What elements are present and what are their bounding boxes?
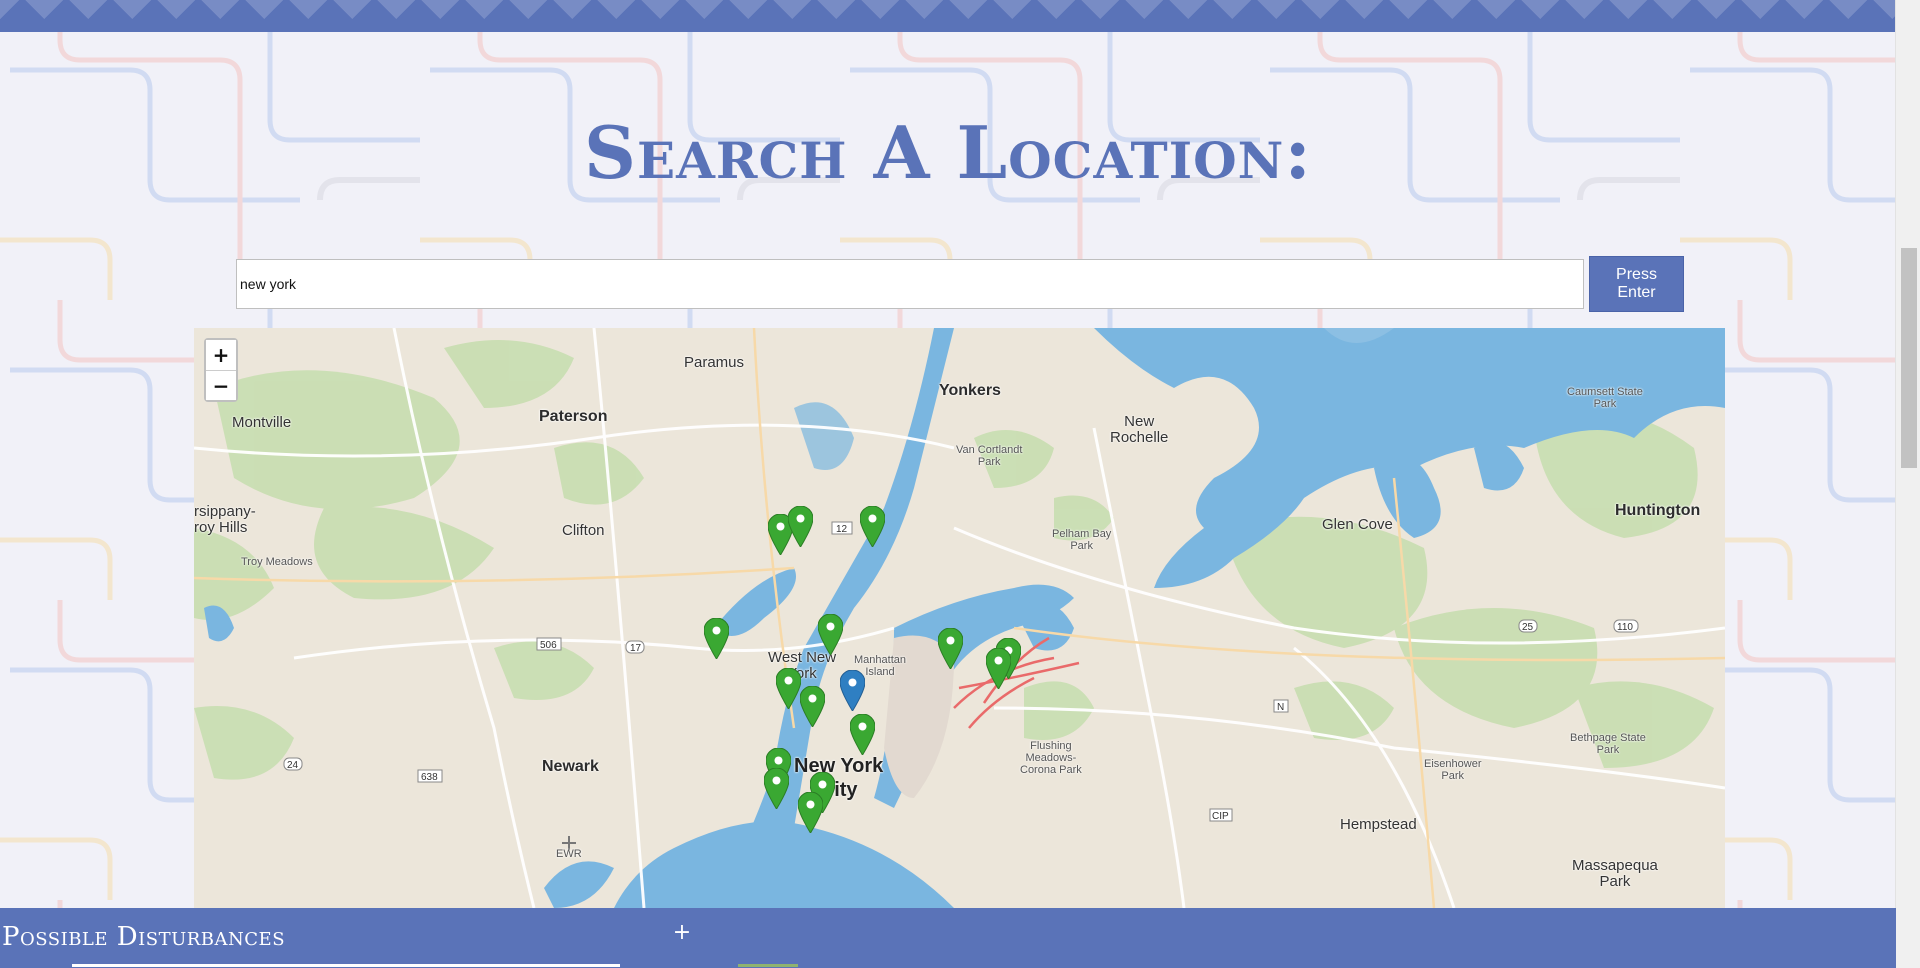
map-marker-icon[interactable]: [860, 506, 885, 547]
route-shield-n: N: [1277, 702, 1284, 713]
label-massapequa: Massapequa Park: [1572, 857, 1658, 890]
route-shield-24: 24: [287, 760, 299, 771]
map-marker-icon[interactable]: [776, 668, 801, 709]
press-enter-button[interactable]: Press Enter: [1589, 256, 1684, 312]
map-view[interactable]: 12 506 17 24 638 25 110 N CIP Paramus Yo…: [194, 328, 1725, 908]
route-shield-12: 12: [836, 524, 848, 535]
map-marker-icon[interactable]: [704, 618, 729, 659]
label-paterson: Paterson: [539, 408, 608, 425]
label-troy-meadows: Troy Meadows: [241, 556, 313, 568]
zoom-in-button[interactable]: +: [206, 340, 236, 370]
map-tiles: 12 506 17 24 638 25 110 N CIP: [194, 328, 1725, 908]
label-montville: Montville: [232, 414, 292, 431]
map-marker-icon[interactable]: [800, 686, 825, 727]
zoom-control: + −: [204, 338, 238, 402]
label-caumsett: Caumsett State Park: [1567, 386, 1643, 410]
route-shield-25: 25: [1522, 622, 1534, 633]
label-flushing: Flushing Meadows- Corona Park: [1020, 740, 1082, 776]
map-marker-icon[interactable]: [986, 648, 1011, 689]
search-input[interactable]: [236, 259, 1584, 309]
route-shield-cip: CIP: [1212, 811, 1229, 822]
route-shield-638: 638: [421, 772, 438, 783]
map-marker-icon[interactable]: [938, 628, 963, 669]
selected-location-marker-icon[interactable]: [840, 670, 865, 711]
label-eisenhower: Eisenhower Park: [1424, 758, 1482, 782]
label-van-cortlandt: Van Cortlandt Park: [956, 444, 1023, 468]
page-scrollbar[interactable]: [1895, 0, 1920, 968]
zoom-out-button[interactable]: −: [206, 370, 236, 400]
label-huntington: Huntington: [1615, 502, 1701, 519]
route-shield-110: 110: [1617, 622, 1633, 633]
top-banner: [0, 0, 1896, 32]
label-clifton: Clifton: [562, 522, 605, 539]
map-marker-icon[interactable]: [850, 714, 875, 755]
label-parsippany: rsippany- roy Hills: [194, 503, 256, 536]
panel-divider: [72, 964, 620, 967]
panel-divider-accent: [738, 964, 798, 967]
page-title: Search A Location:: [584, 110, 1312, 195]
route-shield-17: 17: [630, 643, 642, 654]
label-ewr: EWR: [556, 848, 582, 860]
map-marker-icon[interactable]: [764, 768, 789, 809]
possible-disturbances-title: Possible Disturbances: [2, 922, 286, 952]
label-pelham: Pelham Bay Park: [1052, 528, 1112, 552]
label-newark: Newark: [542, 758, 599, 775]
label-glen-cove: Glen Cove: [1322, 516, 1393, 533]
label-bethpage: Bethpage State Park: [1570, 732, 1646, 756]
route-shield-506: 506: [540, 640, 557, 651]
map-marker-icon[interactable]: [818, 614, 843, 655]
possible-disturbances-panel: Possible Disturbances +: [0, 908, 1896, 968]
label-yonkers: Yonkers: [939, 382, 1001, 399]
scrollbar-thumb[interactable]: [1901, 248, 1917, 468]
label-paramus: Paramus: [684, 354, 745, 371]
map-marker-icon[interactable]: [788, 506, 813, 547]
label-hempstead: Hempstead: [1340, 816, 1417, 833]
map-marker-icon[interactable]: [798, 792, 823, 833]
expand-plus-icon[interactable]: +: [667, 918, 697, 948]
label-new-rochelle: New Rochelle: [1110, 413, 1169, 446]
